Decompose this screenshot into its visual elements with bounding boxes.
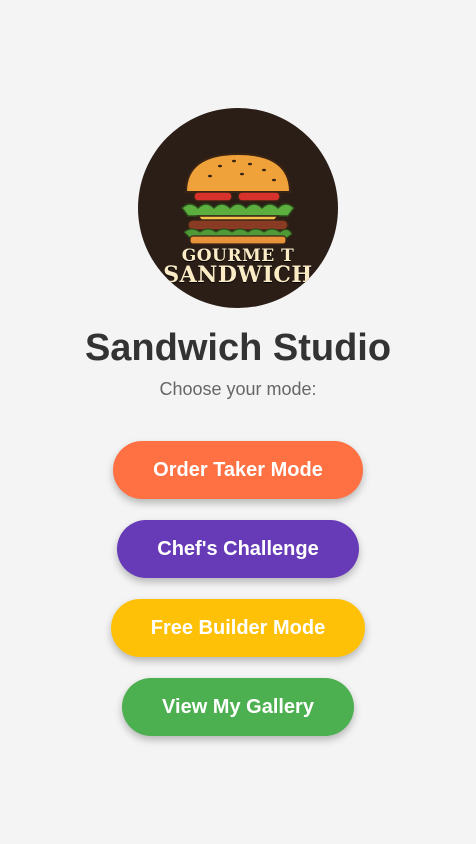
logo-text-line2: SANDWICH (163, 262, 313, 288)
free-builder-mode-button[interactable]: Free Builder Mode (111, 599, 365, 657)
chefs-challenge-button[interactable]: Chef's Challenge (117, 520, 359, 578)
gourmet-sandwich-logo: GOURME T SANDWICH (138, 108, 338, 308)
order-taker-mode-button[interactable]: Order Taker Mode (113, 441, 363, 499)
view-gallery-button[interactable]: View My Gallery (122, 678, 354, 736)
mode-prompt: Choose your mode: (159, 379, 317, 399)
main-menu-screen: GOURME T SANDWICH Sandwich Studio Choose… (0, 0, 476, 844)
page-title: Sandwich Studio (84, 327, 392, 369)
